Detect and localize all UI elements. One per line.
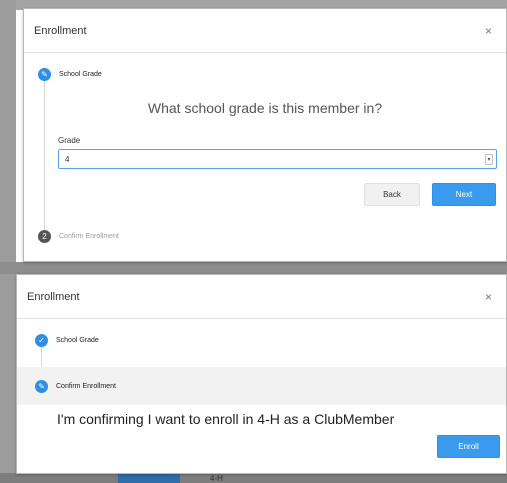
checkmark-icon: ✓ xyxy=(35,334,48,347)
step-confirm-enrollment: ✎ Confirm Enrollment xyxy=(35,380,116,393)
backdrop-bottom xyxy=(0,473,507,483)
confirmation-text: I'm confirming I want to enroll in 4-H a… xyxy=(57,411,395,427)
grade-select-value: 4 xyxy=(65,154,70,164)
step-school-grade: ✎ School Grade xyxy=(38,68,102,81)
question-heading: What school grade is this member in? xyxy=(147,100,383,116)
select-arrow-icon: ▾ xyxy=(485,154,493,165)
step-label: School Grade xyxy=(59,71,102,78)
step-label: Confirm Enrollment xyxy=(59,233,119,240)
pencil-icon: ✎ xyxy=(35,380,48,393)
backdrop-left xyxy=(0,0,16,483)
backdrop-blue-bar xyxy=(118,474,180,483)
backdrop-middle xyxy=(0,262,507,274)
backdrop-text: 4-H xyxy=(210,474,223,483)
screenshot-stage: 4-H Enrollment × ✎ School Grade What sch… xyxy=(0,0,507,483)
enrollment-dialog-grade: Enrollment × ✎ School Grade What school … xyxy=(23,8,507,262)
dialog-header: Enrollment × xyxy=(24,9,506,53)
grade-label: Grade xyxy=(58,136,81,145)
dialog-header: Enrollment × xyxy=(17,275,506,319)
enrollment-dialog-confirm: Enrollment × ✓ School Grade ✎ Confirm En… xyxy=(16,274,507,474)
step-number-icon: 2 xyxy=(38,230,51,243)
step-label: Confirm Enrollment xyxy=(56,383,116,390)
pencil-icon: ✎ xyxy=(38,68,51,81)
step-label: School Grade xyxy=(56,337,99,344)
dialog-title: Enrollment xyxy=(27,290,80,303)
step-school-grade: ✓ School Grade xyxy=(35,334,99,347)
next-button[interactable]: Next xyxy=(432,183,496,206)
close-icon[interactable]: × xyxy=(481,22,496,40)
enroll-button[interactable]: Enroll xyxy=(437,435,500,458)
step-confirm-enrollment: 2 Confirm Enrollment xyxy=(38,230,119,243)
close-icon[interactable]: × xyxy=(481,288,496,306)
dialog-title: Enrollment xyxy=(34,24,87,37)
grade-select[interactable]: 4 ▾ xyxy=(58,149,497,169)
back-button[interactable]: Back xyxy=(364,183,420,206)
